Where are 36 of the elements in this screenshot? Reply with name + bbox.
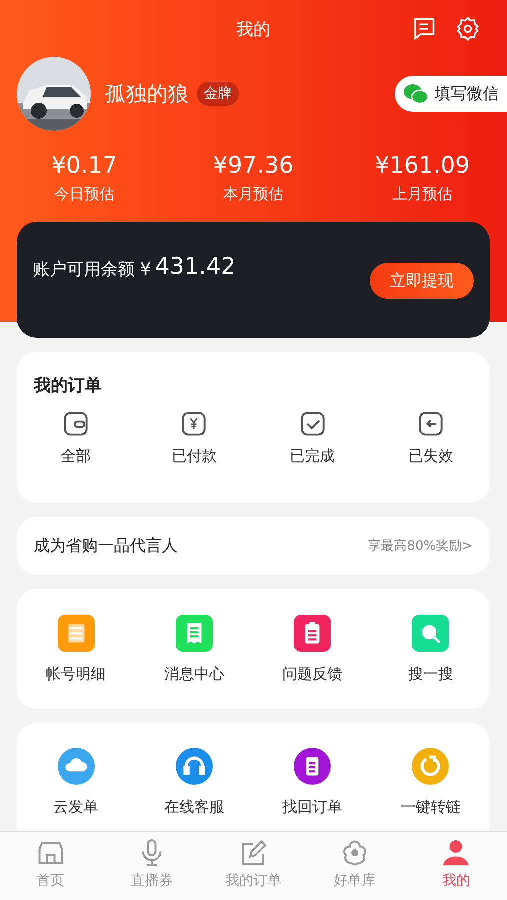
earnings-label: 上月预估: [392, 185, 452, 204]
service-button[interactable]: 一键转链: [372, 748, 490, 817]
chat-bubbles-icon: [403, 83, 429, 105]
withdraw-button[interactable]: 立即提现: [370, 263, 474, 299]
tool-button[interactable]: 帐号明细: [17, 615, 136, 684]
wallet-icon: [63, 411, 90, 437]
page-title: 我的: [236, 18, 270, 40]
promo-text: 成为省购一品代言人: [34, 536, 178, 556]
earnings-value: ¥0.17: [52, 153, 118, 179]
order-status-button[interactable]: 已失效: [372, 411, 490, 466]
service-button[interactable]: 找回订单: [254, 748, 372, 817]
settings-icon[interactable]: [455, 16, 481, 42]
tool-button[interactable]: 消息中心: [135, 615, 254, 684]
earnings-value: ¥161.09: [374, 153, 470, 179]
balance-label: 账户可用余额 ¥: [33, 259, 152, 281]
promo-banner[interactable]: 成为省购一品代言人 享最高80%奖励>: [17, 517, 490, 575]
order-status-button[interactable]: 已完成: [254, 411, 372, 466]
done-icon: [300, 411, 326, 437]
card-title: 我的订单: [32, 375, 103, 398]
balance-amount: 431.42: [155, 254, 236, 280]
person-icon: [441, 838, 472, 868]
order-status-button[interactable]: 全部: [17, 411, 136, 466]
level-badge: 金牌: [197, 82, 239, 106]
paid-icon: [181, 411, 208, 437]
tool-button[interactable]: 问题反馈: [254, 615, 372, 684]
earnings-label: 今日预估: [54, 185, 114, 204]
order-status-button[interactable]: 已付款: [135, 411, 254, 466]
tool-button[interactable]: 搜一搜: [372, 615, 490, 684]
expired-icon: [418, 411, 444, 437]
wechat-button[interactable]: 填写微信: [395, 76, 507, 112]
service-button[interactable]: 在线客服: [135, 748, 254, 817]
user-name: 孤独的狼: [105, 81, 189, 108]
earnings-label: 本月预估: [224, 185, 284, 204]
service-button[interactable]: 云发单: [17, 748, 136, 817]
reward-link[interactable]: 享最高80%奖励>: [368, 537, 473, 555]
earnings-value: ¥97.36: [213, 153, 294, 179]
